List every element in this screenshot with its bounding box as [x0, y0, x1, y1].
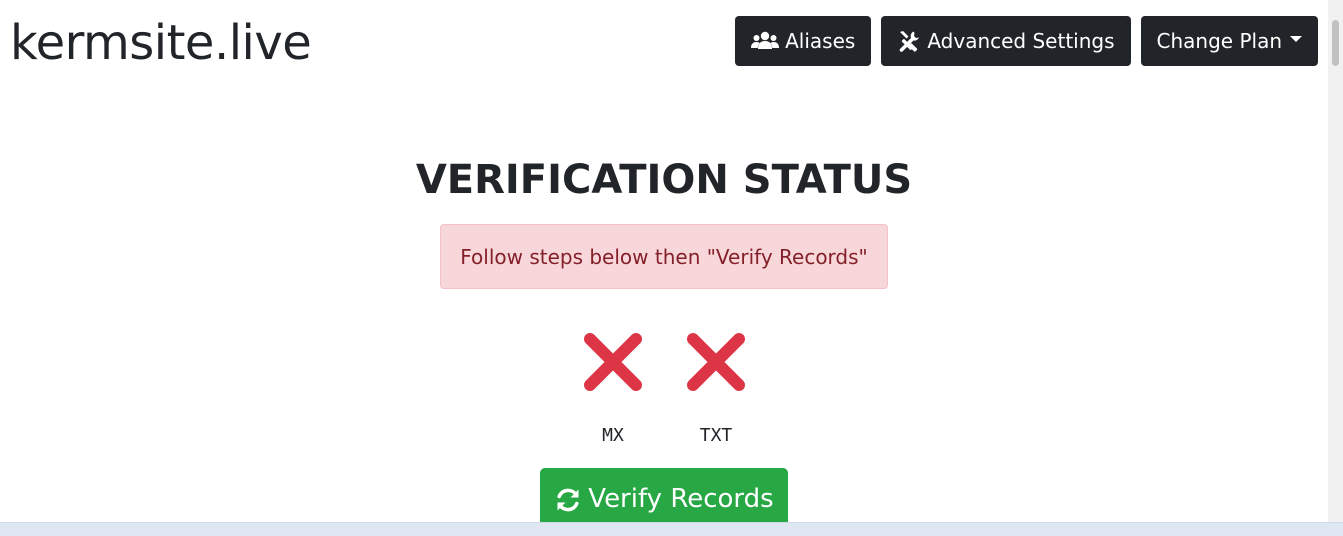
aliases-label: Aliases [785, 29, 856, 53]
record-label-mx: MX [602, 425, 624, 446]
record-status-txt: TXT [684, 330, 748, 446]
users-icon [751, 31, 780, 51]
scrollbar-thumb[interactable] [1332, 20, 1339, 66]
record-label-txt: TXT [699, 425, 733, 446]
verification-status-heading: VERIFICATION STATUS [415, 157, 913, 203]
aliases-button[interactable]: Aliases [735, 16, 872, 66]
bottom-strip [0, 522, 1343, 536]
x-mark-icon [684, 333, 748, 398]
record-status-mx: MX [581, 330, 645, 446]
change-plan-dropdown[interactable]: Change Plan [1140, 16, 1318, 66]
advanced-settings-button[interactable]: Advanced Settings [881, 16, 1131, 66]
site-title: kermsite.live [10, 15, 312, 71]
sync-icon [554, 486, 582, 514]
tools-icon [897, 29, 921, 53]
nav-buttons: Aliases Advanced Settings Change Plan [735, 16, 1318, 66]
caret-down-icon [1290, 36, 1302, 42]
page: kermsite.live Aliases Advanced Settings … [0, 0, 1343, 536]
verify-records-label: Verify Records [588, 484, 774, 514]
change-plan-label: Change Plan [1156, 29, 1282, 53]
vertical-scrollbar[interactable] [1328, 0, 1343, 522]
advanced-settings-label: Advanced Settings [927, 29, 1115, 53]
x-mark-icon [581, 333, 645, 398]
alert-message: Follow steps below then "Verify Records" [440, 224, 888, 289]
